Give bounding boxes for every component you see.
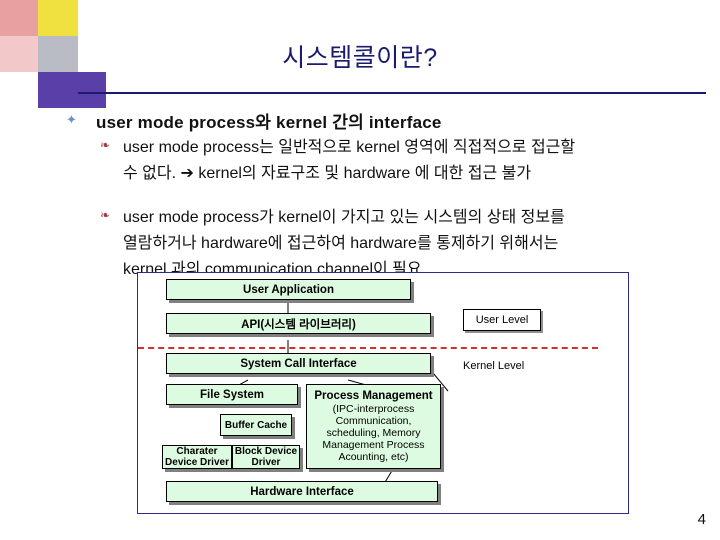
diamond-bullet-icon: ✦ bbox=[66, 112, 77, 127]
title-divider bbox=[78, 92, 706, 94]
corner-block-red bbox=[0, 0, 38, 36]
box-process-management: Process Management (IPC-interprocess Com… bbox=[306, 384, 441, 469]
box-hardware-interface: Hardware Interface bbox=[166, 481, 438, 502]
architecture-diagram: User Application API(시스템 라이브러리) System C… bbox=[137, 272, 629, 514]
box-character-device-driver: Charater Device Driver bbox=[162, 445, 232, 469]
bullet-level2-2-line2: 열람하거나 hardware에 접근하여 hardware를 통제하기 위해서는 bbox=[123, 235, 559, 252]
box-user-application: User Application bbox=[166, 279, 411, 300]
box-buffer-cache: Buffer Cache bbox=[220, 414, 292, 436]
corner-block-purple bbox=[38, 72, 78, 108]
bullet-level2-1-text: user mode process는 일반적으로 kernel 영역에 직접적으… bbox=[123, 135, 575, 187]
corner-block-purple-2 bbox=[78, 72, 106, 108]
page-number: 4 bbox=[697, 511, 706, 528]
box-system-call-interface: System Call Interface bbox=[166, 353, 431, 374]
dot-bullet-icon-2: ❧ bbox=[100, 208, 111, 222]
box-process-management-sublabel: (IPC-interprocess Communication, schedul… bbox=[322, 403, 425, 463]
box-block-device-driver: Block Device Driver bbox=[232, 445, 300, 469]
label-user-level: User Level bbox=[463, 309, 541, 331]
bullet-level1-label: user mode process와 kernel 간의 interface bbox=[96, 113, 442, 132]
dot-bullet-icon: ❧ bbox=[100, 138, 111, 152]
box-file-system: File System bbox=[166, 384, 298, 405]
corner-block-white bbox=[0, 72, 38, 108]
corner-block-yellow bbox=[38, 0, 78, 36]
bullet-level2-1-line2: 수 없다. ➔ kernel의 자료구조 및 hardware 에 대한 접근 … bbox=[123, 165, 532, 182]
page-title: 시스템콜이란? bbox=[282, 44, 438, 72]
bullet-level2-2-line1: user mode process가 kernel이 가지고 있는 시스템의 상… bbox=[123, 209, 565, 226]
box-process-management-label: Process Management bbox=[314, 390, 433, 402]
bullet-level2-1-line1: user mode process는 일반적으로 kernel 영역에 직접적으… bbox=[123, 139, 576, 156]
box-api: API(시스템 라이브러리) bbox=[166, 313, 431, 334]
user-kernel-divider bbox=[138, 347, 598, 349]
label-kernel-level: Kernel Level bbox=[463, 360, 525, 372]
